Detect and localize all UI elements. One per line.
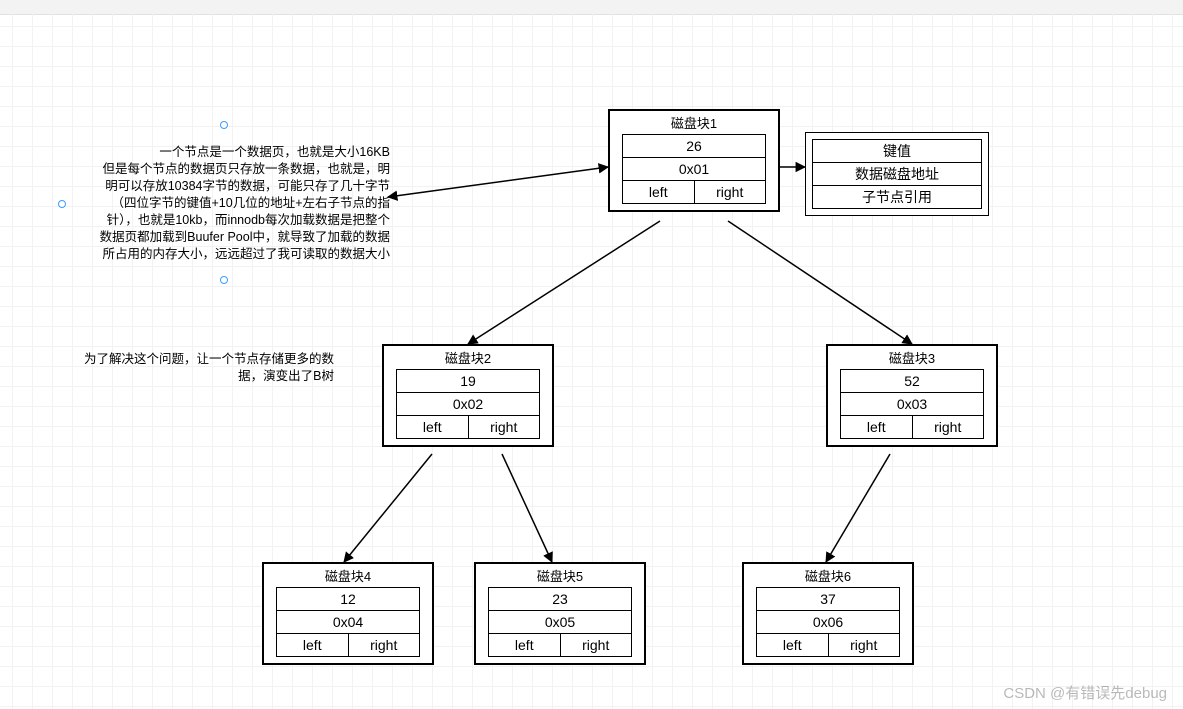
disk-block-4[interactable]: 磁盘块4 12 0x04 left right <box>262 562 434 665</box>
disk-block-3-right-ptr: right <box>912 415 985 439</box>
disk-block-1[interactable]: 磁盘块1 26 0x01 left right <box>608 109 780 212</box>
disk-block-6-right-ptr: right <box>828 633 901 657</box>
disk-block-5-right-ptr: right <box>560 633 633 657</box>
selection-handle-icon[interactable] <box>220 276 228 284</box>
disk-block-4-key: 12 <box>276 587 420 611</box>
disk-block-4-addr: 0x04 <box>276 610 420 634</box>
disk-block-4-left-ptr: left <box>276 633 349 657</box>
disk-block-2-left-ptr: left <box>396 415 469 439</box>
disk-block-3-left-ptr: left <box>840 415 913 439</box>
disk-block-3[interactable]: 磁盘块3 52 0x03 left right <box>826 344 998 447</box>
disk-block-2-title: 磁盘块2 <box>390 348 546 367</box>
disk-block-1-right-ptr: right <box>694 180 767 204</box>
disk-block-3-key: 52 <box>840 369 984 393</box>
annotation-note-1-text: 一个节点是一个数据页，也就是大小16KB但是每个节点的数据页只存放一条数据，也就… <box>100 145 390 261</box>
selection-handle-icon[interactable] <box>58 200 66 208</box>
legend-row-key: 键值 <box>812 139 982 163</box>
disk-block-1-left-ptr: left <box>622 180 695 204</box>
disk-block-2-right-ptr: right <box>468 415 541 439</box>
disk-block-6-addr: 0x06 <box>756 610 900 634</box>
top-toolbar-strip <box>0 0 1183 15</box>
disk-block-1-title: 磁盘块1 <box>616 113 772 132</box>
disk-block-1-addr: 0x01 <box>622 157 766 181</box>
disk-block-6-left-ptr: left <box>756 633 829 657</box>
disk-block-6[interactable]: 磁盘块6 37 0x06 left right <box>742 562 914 665</box>
disk-block-6-title: 磁盘块6 <box>750 566 906 585</box>
disk-block-5-key: 23 <box>488 587 632 611</box>
annotation-note-1[interactable]: 一个节点是一个数据页，也就是大小16KB但是每个节点的数据页只存放一条数据，也就… <box>58 144 390 263</box>
disk-block-4-title: 磁盘块4 <box>270 566 426 585</box>
watermark-text: CSDN @有错误先debug <box>1003 682 1167 703</box>
disk-block-5-title: 磁盘块5 <box>482 566 638 585</box>
legend-row-addr: 数据磁盘地址 <box>812 162 982 186</box>
legend-row-child: 子节点引用 <box>812 185 982 209</box>
disk-block-5-left-ptr: left <box>488 633 561 657</box>
disk-block-2-addr: 0x02 <box>396 392 540 416</box>
disk-block-5-addr: 0x05 <box>488 610 632 634</box>
disk-block-3-title: 磁盘块3 <box>834 348 990 367</box>
selection-handle-icon[interactable] <box>220 121 228 129</box>
disk-block-2[interactable]: 磁盘块2 19 0x02 left right <box>382 344 554 447</box>
disk-block-1-key: 26 <box>622 134 766 158</box>
annotation-note-2-text: 为了解决这个问题，让一个节点存储更多的数据，演变出了B树 <box>84 352 334 383</box>
annotation-note-2[interactable]: 为了解决这个问题，让一个节点存储更多的数据，演变出了B树 <box>72 351 334 385</box>
disk-block-2-key: 19 <box>396 369 540 393</box>
legend-box[interactable]: 键值 数据磁盘地址 子节点引用 <box>805 132 989 216</box>
disk-block-6-key: 37 <box>756 587 900 611</box>
disk-block-4-right-ptr: right <box>348 633 421 657</box>
diagram-canvas[interactable]: 一个节点是一个数据页，也就是大小16KB但是每个节点的数据页只存放一条数据，也就… <box>0 14 1183 709</box>
disk-block-5[interactable]: 磁盘块5 23 0x05 left right <box>474 562 646 665</box>
disk-block-3-addr: 0x03 <box>840 392 984 416</box>
